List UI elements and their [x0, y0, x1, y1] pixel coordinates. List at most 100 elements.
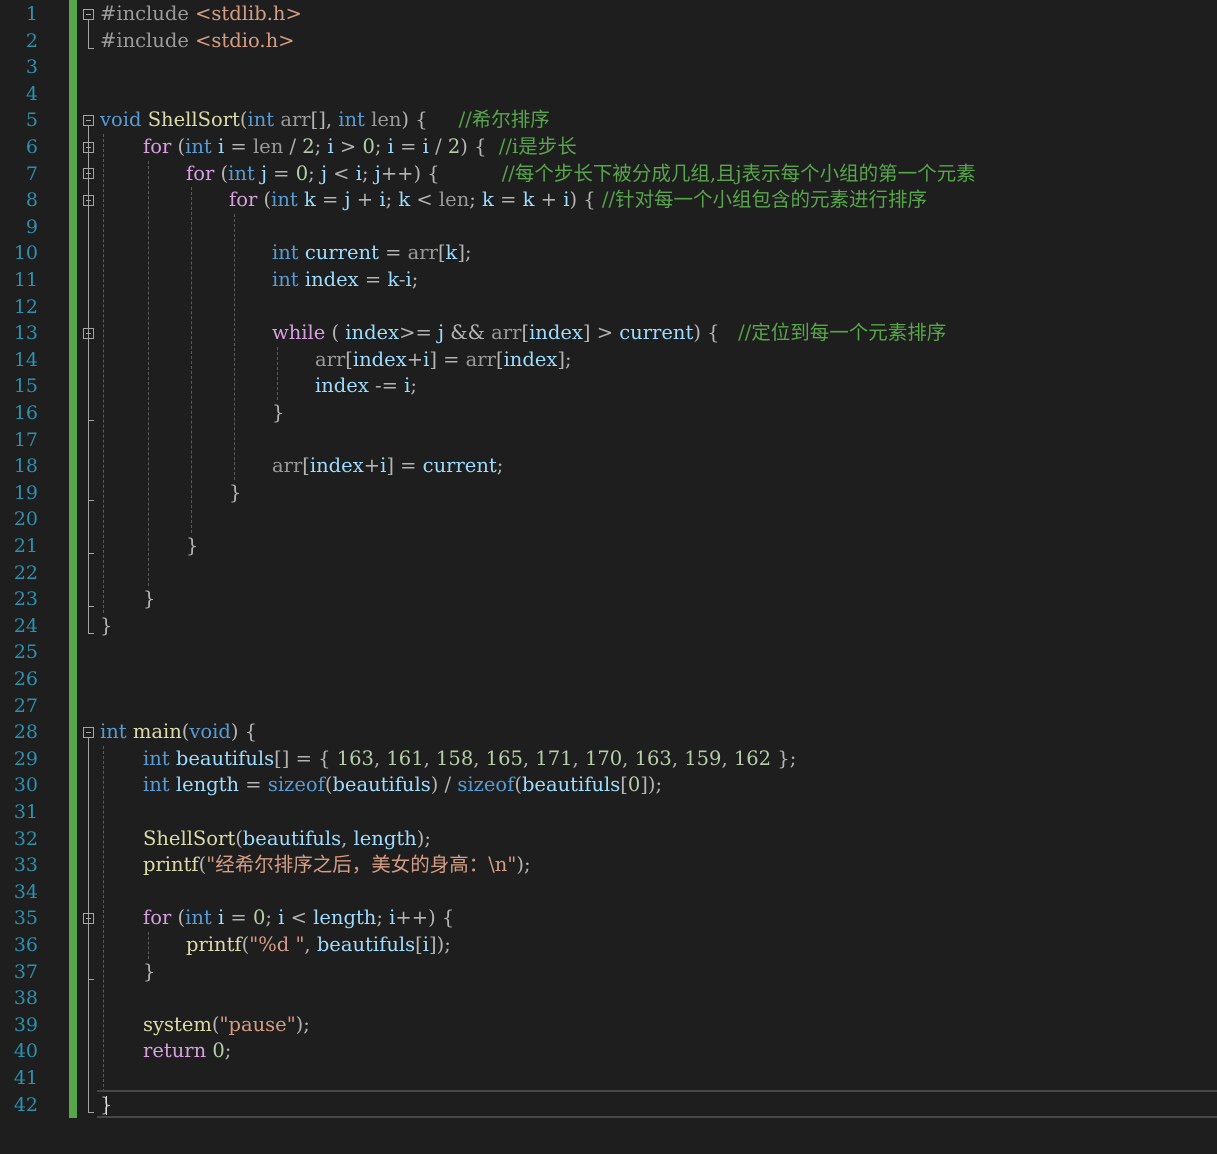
- code-line[interactable]: printf("经希尔排序之后，美女的身高：\n");: [143, 852, 531, 879]
- code-line[interactable]: for (int j = 0; j < i; j++) { //每个步长下被分成…: [186, 161, 976, 188]
- code-token: ) {: [413, 161, 440, 185]
- code-line[interactable]: int index = k-i;: [272, 267, 418, 294]
- line-number: 19: [13, 481, 38, 504]
- code-token: ,: [423, 746, 437, 770]
- code-token: length: [353, 826, 417, 850]
- code-token: /: [428, 135, 448, 158]
- code-line[interactable]: ShellSort(beautifuls, length);: [143, 826, 431, 853]
- code-token: ,: [341, 826, 354, 850]
- code-token: <: [326, 161, 356, 185]
- code-token: beautifuls: [316, 933, 416, 956]
- code-line[interactable]: }: [100, 613, 112, 640]
- line-number: 14: [13, 348, 38, 371]
- code-token: }: [186, 534, 199, 557]
- line-number: 16: [13, 402, 38, 424]
- outline-bracket-end: [88, 499, 94, 501]
- code-line[interactable]: arr[index+i] = arr[index];: [315, 347, 572, 374]
- line-number: 23: [13, 588, 38, 611]
- code-line[interactable]: printf("%d ", beautifuls[i]);: [186, 932, 451, 959]
- code-token: >=: [399, 321, 438, 345]
- code-token: &&: [444, 321, 492, 345]
- code-token: -: [398, 268, 406, 291]
- indent-guide: [148, 932, 149, 959]
- code-line[interactable]: int beautifuls[] = { 163, 161, 158, 165,…: [143, 746, 796, 773]
- line-number: 27: [13, 694, 38, 717]
- code-line[interactable]: for (int i = len / 2; i > 0; i = i / 2) …: [143, 134, 577, 161]
- code-token: [],: [310, 108, 339, 132]
- code-token: ) {: [230, 720, 258, 744]
- line-number: 26: [13, 668, 38, 690]
- code-token: for: [229, 188, 258, 212]
- code-editor[interactable]: 1 2 3 4 5 6 7 8 9 10 11 12 13 14 15 16 17 18 19 20 21 22 23 24 2…: [0, 0, 1217, 1154]
- code-line[interactable]: index -= i;: [315, 373, 417, 400]
- outline-bracket-end: [88, 47, 94, 49]
- code-token: beautifuls: [332, 773, 431, 797]
- code-token: int: [272, 241, 299, 265]
- code-line[interactable]: void ShellSort(int arr[], int len) { //希…: [100, 107, 550, 134]
- code-token: ];: [457, 241, 472, 265]
- outline-bracket-end: [88, 1111, 94, 1113]
- indent-guide: [103, 745, 104, 1092]
- code-token: }: [143, 959, 156, 983]
- code-token: ,: [304, 933, 317, 956]
- code-token: for: [143, 906, 172, 930]
- line-number: 42: [13, 1093, 38, 1116]
- text-caret: [106, 1095, 107, 1115]
- line-number: 24: [13, 614, 38, 637]
- code-line[interactable]: for (int i = 0; i < length; i++) {: [143, 905, 454, 932]
- code-line[interactable]: #include <stdlib.h>: [100, 1, 302, 28]
- code-token: length: [313, 906, 377, 930]
- code-line[interactable]: }: [229, 480, 241, 507]
- code-token: ;: [308, 161, 321, 185]
- code-token: index: [315, 374, 369, 398]
- code-token: 165: [485, 746, 523, 770]
- code-token: ,: [622, 746, 635, 770]
- code-token: -=: [368, 374, 405, 398]
- current-line-highlight: [97, 1089, 1217, 1119]
- code-token: arr: [465, 347, 496, 371]
- code-token: printf: [143, 853, 199, 877]
- code-line[interactable]: #include <stdio.h>: [100, 28, 294, 55]
- line-number: 10: [13, 242, 38, 265]
- code-line[interactable]: system("pause");: [143, 1012, 310, 1039]
- code-token: };: [771, 746, 797, 770]
- code-token: length: [175, 773, 240, 797]
- code-token: k: [482, 188, 494, 212]
- collapse-region-icon[interactable]: [83, 8, 94, 20]
- collapse-region-icon[interactable]: [83, 726, 94, 738]
- code-token: 0: [362, 135, 375, 158]
- code-token: "经希尔排序之后，美女的身高：\n": [206, 853, 517, 877]
- code-line[interactable]: }: [143, 959, 155, 986]
- code-token: );: [416, 826, 431, 850]
- code-line[interactable]: int main(void) {: [100, 719, 257, 746]
- code-token: ;: [361, 161, 375, 185]
- code-line[interactable]: arr[index+i] = current;: [272, 453, 503, 480]
- code-token: }: [229, 480, 242, 504]
- code-token: <stdio.h>: [195, 28, 295, 52]
- code-line[interactable]: return 0;: [143, 1038, 231, 1065]
- code-token: "pause": [219, 1012, 296, 1036]
- code-token: /: [438, 773, 458, 797]
- indent-guide: [148, 160, 149, 587]
- code-token: =: [393, 454, 423, 478]
- code-line[interactable]: }: [272, 400, 284, 427]
- code-token: =: [358, 268, 388, 291]
- code-token: ;: [376, 906, 390, 930]
- code-token: <: [284, 906, 314, 930]
- code-line[interactable]: while ( index>= j && arr[index] > curren…: [272, 320, 946, 347]
- code-line[interactable]: int current = arr[k];: [272, 240, 472, 267]
- line-number: 9: [25, 215, 38, 238]
- line-number: 38: [13, 987, 38, 1010]
- code-line[interactable]: }: [143, 586, 155, 613]
- code-token: index: [345, 321, 400, 345]
- outline-bracket-end: [88, 553, 94, 554]
- code-token: ;: [385, 188, 399, 212]
- code-line[interactable]: int length = sizeof(beautifuls) / sizeof…: [143, 772, 662, 799]
- collapse-region-icon[interactable]: [83, 114, 94, 126]
- code-line[interactable]: }: [186, 533, 198, 560]
- code-token: //针对每一个小组包含的元素进行排序: [601, 188, 928, 212]
- code-token: (: [235, 826, 243, 850]
- code-line[interactable]: for (int k = j + i; k < len; k = k + i) …: [229, 187, 927, 214]
- code-token: 163: [634, 746, 672, 770]
